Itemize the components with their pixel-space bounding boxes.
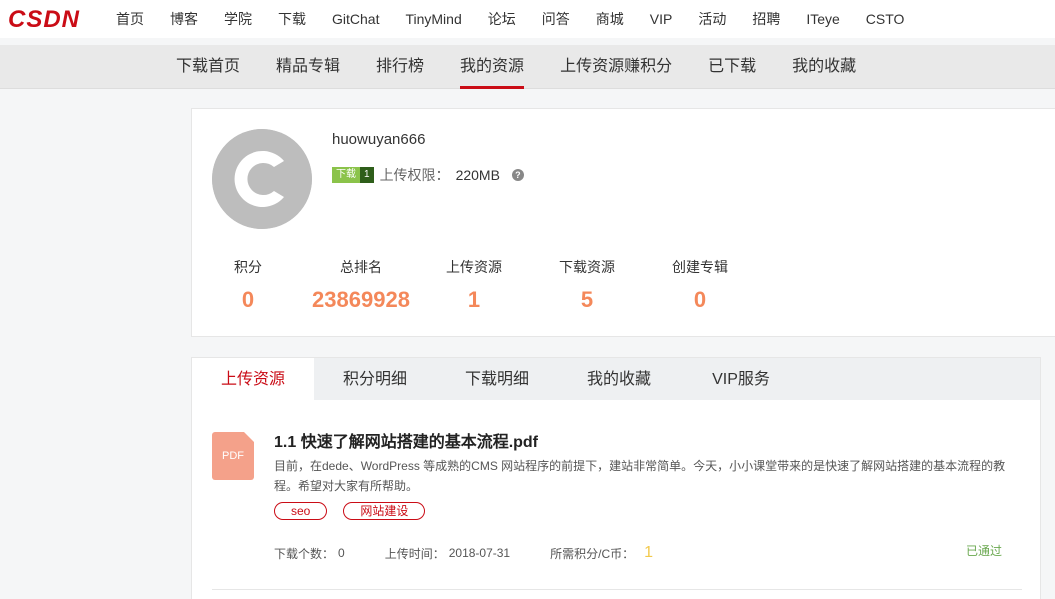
points-label: 所需积分/C币： <box>550 546 635 561</box>
top-nav-events[interactable]: 活动 <box>685 9 739 29</box>
top-nav-blog[interactable]: 博客 <box>157 9 211 29</box>
avatar[interactable] <box>212 129 312 229</box>
quota-value: 220MB <box>455 167 500 183</box>
tag-seo[interactable]: seo <box>274 502 328 520</box>
pdf-file-icon: PDF <box>212 432 254 480</box>
top-nav-forum[interactable]: 论坛 <box>475 9 529 29</box>
review-status: 已通过 <box>965 544 1002 558</box>
resource-meta: 下载个数： 0 上传时间： 2018-07-31 所需积分/C币： 1 <box>274 544 653 562</box>
upload-time-label: 上传时间： <box>384 546 445 561</box>
subnav-download-home[interactable]: 下载首页 <box>158 45 258 89</box>
stat-downloads: 下载资源 5 <box>559 259 615 312</box>
resource-title[interactable]: 1.1 快速了解网站搭建的基本流程.pdf <box>274 428 538 452</box>
resource-tabs: 上传资源 积分明细 下载明细 我的收藏 VIP服务 <box>192 358 1040 400</box>
download-subnav: 下载首页 精品专辑 排行榜 我的资源 上传资源赚积分 已下载 我的收藏 <box>0 45 1055 89</box>
top-nav-items: 首页 博客 学院 下载 GitChat TinyMind 论坛 问答 商城 VI… <box>103 0 917 38</box>
top-nav-vip[interactable]: VIP <box>637 11 686 27</box>
download-count: 0 <box>338 546 345 560</box>
subnav-downloaded[interactable]: 已下载 <box>690 45 774 89</box>
subnav-my-resources[interactable]: 我的资源 <box>442 45 542 89</box>
top-nav-home[interactable]: 首页 <box>103 9 157 29</box>
resource-description: 目前，在dede、WordPress 等成熟的CMS 网站程序的前提下，建站非常… <box>274 459 1006 493</box>
top-nav-mall[interactable]: 商城 <box>583 9 637 29</box>
download-count-label: 下载个数： <box>274 546 335 561</box>
csdn-c-avatar-icon <box>212 129 312 229</box>
tag-website-building[interactable]: 网站建设 <box>343 502 426 520</box>
subnav-upload-earn-points[interactable]: 上传资源赚积分 <box>542 45 690 89</box>
top-nav-jobs[interactable]: 招聘 <box>739 9 793 29</box>
top-nav-gitchat[interactable]: GitChat <box>319 11 392 27</box>
stat-total-rank: 总排名 23869928 <box>312 259 410 312</box>
top-nav-download[interactable]: 下载 <box>265 9 319 29</box>
top-nav-edu[interactable]: 学院 <box>211 9 265 29</box>
resource-tags: seo 网站建设 <box>274 502 441 520</box>
profile-card: huowuyan666 下载 1 上传权限： 220MB ? 积分 0 总排名 … <box>191 108 1055 337</box>
tab-download-details[interactable]: 下载明细 <box>436 358 558 400</box>
top-nav-tinymind[interactable]: TinyMind <box>392 11 474 27</box>
stat-albums: 创建专辑 0 <box>672 259 728 312</box>
csdn-logo[interactable]: CSDN <box>8 7 94 31</box>
question-circle-icon[interactable]: ? <box>511 169 524 181</box>
top-navbar: CSDN 首页 博客 学院 下载 GitChat TinyMind 论坛 问答 … <box>0 0 1055 38</box>
quota-label: 上传权限： <box>379 167 450 183</box>
download-level-badge: 下载 1 <box>332 167 374 183</box>
top-nav-iteye[interactable]: ITeye <box>793 11 852 27</box>
subnav-my-favorites[interactable]: 我的收藏 <box>774 45 874 89</box>
upload-permission-row: 下载 1 上传权限： 220MB ? <box>332 165 524 185</box>
resource-list-item: PDF 1.1 快速了解网站搭建的基本流程.pdf 目前，在dede、WordP… <box>212 428 1022 590</box>
top-nav-qa[interactable]: 问答 <box>529 9 583 29</box>
username[interactable]: huowuyan666 <box>332 131 425 148</box>
resource-panel: 上传资源 积分明细 下载明细 我的收藏 VIP服务 PDF 1.1 快速了解网站… <box>191 357 1041 599</box>
stat-uploads: 上传资源 1 <box>446 259 502 312</box>
stat-points: 积分 0 <box>234 259 262 312</box>
tab-vip-service[interactable]: VIP服务 <box>680 358 802 400</box>
tab-uploaded-resources[interactable]: 上传资源 <box>192 358 314 400</box>
subnav-featured-albums[interactable]: 精品专辑 <box>258 45 358 89</box>
required-points: 1 <box>644 544 654 561</box>
tab-my-favorites[interactable]: 我的收藏 <box>558 358 680 400</box>
subnav-rankings[interactable]: 排行榜 <box>358 45 442 89</box>
upload-time: 2018-07-31 <box>448 546 511 560</box>
top-nav-csto[interactable]: CSTO <box>853 11 918 27</box>
svg-text:CSDN: CSDN <box>8 7 80 31</box>
tab-points-details[interactable]: 积分明细 <box>314 358 436 400</box>
